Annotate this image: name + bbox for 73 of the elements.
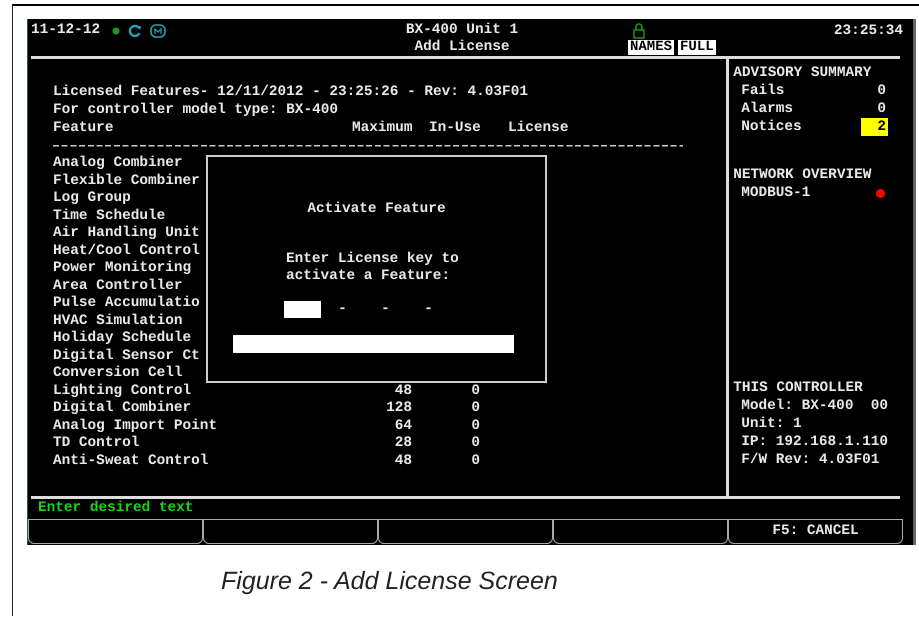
advisory-count: 0 xyxy=(876,100,887,118)
advisory-label: Alarms xyxy=(741,100,794,118)
controller-info: F/W Rev: 4.03F01 xyxy=(741,451,880,469)
screen-title: Add License xyxy=(414,39,510,56)
key-separator: - xyxy=(380,301,391,317)
function-key[interactable] xyxy=(553,519,728,544)
refresh-icon xyxy=(128,24,142,38)
feature-name: Analog Combiner xyxy=(53,155,183,171)
figure-caption: Figure 2 - Add License Screen xyxy=(221,567,558,596)
feature-name: Conversion Cell xyxy=(53,365,183,381)
feature-name: Lighting Control xyxy=(53,382,192,398)
function-key[interactable]: F5: CANCEL xyxy=(728,519,903,544)
feature-name: Flexible Combiner xyxy=(53,172,200,188)
status-dot-icon xyxy=(112,27,120,35)
key-input-field[interactable] xyxy=(284,300,321,318)
in-use-value: 0 xyxy=(470,418,480,435)
controller-name: BX-400 Unit 1 xyxy=(406,22,518,39)
maximum-value: 48 xyxy=(394,452,412,470)
feature-name: Digital Sensor Ct xyxy=(53,348,200,364)
function-key[interactable] xyxy=(378,519,553,544)
dialog-title: Activate Feature xyxy=(306,200,447,218)
date: 11-12-12 xyxy=(31,22,100,39)
controller-model-line: For controller model type: BX-400 xyxy=(53,101,339,119)
feature-name: Log Group xyxy=(53,190,131,206)
maximum-value: 48 xyxy=(394,382,412,400)
feature-name: Pulse Accumulatio xyxy=(53,295,200,311)
mode-tag[interactable]: FULL xyxy=(678,40,716,55)
in-use-value: 0 xyxy=(470,435,480,452)
feature-name: Holiday Schedule xyxy=(53,330,192,346)
key-separator: - xyxy=(423,301,434,317)
licensed-features-title: Licensed Features- 12/11/2012 - 23:25:26 - Rev: 4.03F01 xyxy=(53,83,529,101)
lock-icon xyxy=(633,22,645,38)
feature-name: Area Controller xyxy=(53,278,183,294)
in-use-value: 0 xyxy=(470,400,480,418)
column-header: In-Use xyxy=(429,119,482,137)
feature-name: HVAC Simulation xyxy=(53,312,183,328)
controller-info: Model: BX-400 00 xyxy=(741,397,888,415)
dialog-prompt: activate a Feature: xyxy=(286,268,452,285)
maximum-value: 28 xyxy=(394,435,412,452)
section-heading: NETWORK OVERVIEW xyxy=(733,166,872,184)
feature-name: Heat/Cool Control xyxy=(53,242,200,258)
section-heading: THIS CONTROLLER xyxy=(733,379,864,397)
feature-name: Power Monitoring xyxy=(53,260,192,276)
status-message: Enter desired text xyxy=(37,499,194,518)
function-key[interactable] xyxy=(28,519,203,544)
network-name: MODBUS-1 xyxy=(741,184,810,202)
function-key[interactable] xyxy=(203,519,378,544)
section-heading: ADVISORY SUMMARY xyxy=(733,64,872,82)
in-use-value: 0 xyxy=(470,452,480,470)
in-use-value: 0 xyxy=(470,382,480,400)
advisory-count: 0 xyxy=(876,82,887,100)
feature-name: Analog Import Point xyxy=(53,418,218,434)
text-input-field[interactable] xyxy=(233,335,514,353)
controller-info: Unit: 1 xyxy=(741,415,802,433)
mode-tag[interactable]: NAMES xyxy=(628,40,674,55)
clock-time: 23:25:34 xyxy=(834,22,903,38)
advisory-label: Notices xyxy=(741,118,802,136)
memory-icon xyxy=(150,24,166,38)
maximum-value: 128 xyxy=(385,400,412,418)
feature-name: Time Schedule xyxy=(53,208,166,224)
feature-name: TD Control xyxy=(53,435,140,451)
feature-name: Anti-Sweat Control xyxy=(53,452,208,468)
key-separator: - xyxy=(337,301,348,317)
feature-name: Digital Combiner xyxy=(53,400,192,416)
column-header: Feature xyxy=(53,119,114,137)
column-header: Maximum xyxy=(352,119,414,137)
dialog-prompt: Enter License key to xyxy=(286,251,460,268)
maximum-value: 64 xyxy=(394,418,412,435)
controller-info: IP: 192.168.1.110 xyxy=(741,433,888,451)
column-header: License xyxy=(508,119,568,137)
feature-name: Air Handling Unit xyxy=(53,225,200,241)
advisory-label: Fails xyxy=(741,82,784,100)
advisory-count: 2 xyxy=(861,118,888,136)
